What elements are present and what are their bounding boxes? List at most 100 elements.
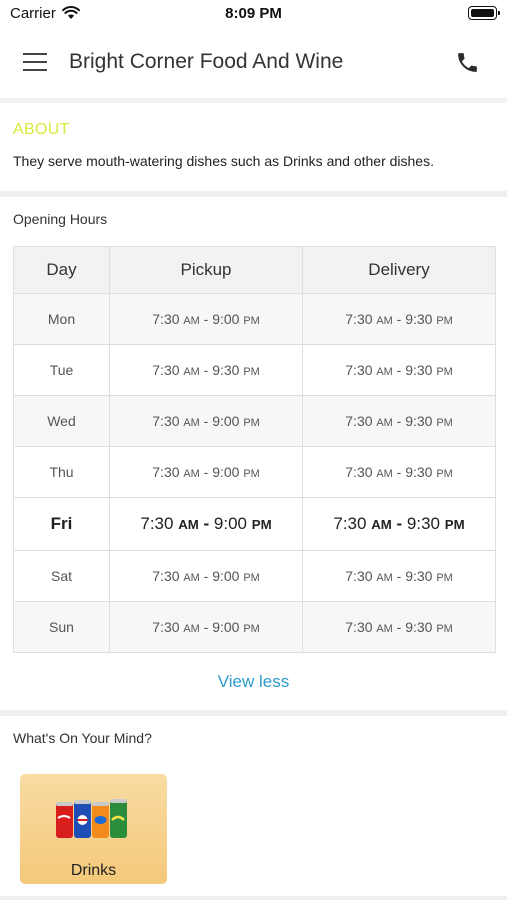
delivery-hours-cell: 7:30 AM - 9:30 PM [302, 446, 496, 498]
am-pm-label: PM [436, 366, 453, 378]
table-row: Tue 7:30 AM - 9:30 PM 7:30 AM - 9:30 PM [13, 344, 496, 396]
pickup-hours-cell: 7:30 AM - 9:30 PM [109, 344, 303, 396]
open-time: 7:30 [333, 514, 367, 533]
am-pm-label: PM [243, 315, 260, 327]
am-pm-label: PM [243, 366, 260, 378]
section-divider [0, 191, 507, 197]
table-row: Thu 7:30 AM - 9:00 PM 7:30 AM - 9:30 PM [13, 446, 496, 498]
close-time: 9:30 [405, 311, 433, 327]
section-divider [0, 710, 507, 716]
pickup-hours-cell: 7:30 AM - 9:00 PM [109, 293, 303, 345]
day-cell: Mon [13, 293, 110, 345]
am-pm-label: AM [376, 468, 393, 480]
category-card-drinks[interactable]: Drinks [20, 774, 167, 884]
am-pm-label: PM [243, 468, 260, 480]
hamburger-menu-icon[interactable] [23, 53, 47, 73]
soda-cans-image [55, 796, 133, 847]
close-time: 9:30 [405, 413, 433, 429]
day-cell: Sun [13, 601, 110, 653]
open-time: 7:30 [345, 362, 373, 378]
am-pm-label: PM [444, 517, 465, 532]
am-pm-label: AM [178, 517, 199, 532]
open-time: 7:30 [345, 619, 373, 635]
column-header-delivery: Delivery [302, 246, 496, 294]
day-cell: Fri [13, 497, 110, 551]
am-pm-label: PM [436, 468, 453, 480]
am-pm-label: PM [436, 572, 453, 584]
open-time: 7:30 [140, 514, 174, 533]
close-time: 9:00 [212, 464, 240, 480]
section-divider [0, 896, 507, 900]
status-time: 8:09 PM [225, 5, 282, 22]
phone-icon[interactable] [455, 50, 480, 75]
close-time: 9:30 [212, 362, 240, 378]
view-less-link[interactable]: View less [0, 672, 507, 692]
close-time: 9:00 [212, 413, 240, 429]
table-row: Mon 7:30 AM - 9:00 PM 7:30 AM - 9:30 PM [13, 293, 496, 345]
am-pm-label: AM [183, 366, 200, 378]
am-pm-label: PM [251, 517, 272, 532]
open-time: 7:30 [152, 362, 180, 378]
pickup-hours-cell: 7:30 AM - 9:00 PM [109, 550, 303, 602]
about-heading: ABOUT [13, 121, 70, 138]
delivery-hours-cell: 7:30 AM - 9:30 PM [302, 395, 496, 447]
status-bar: Carrier 8:09 PM [0, 0, 507, 28]
day-cell: Tue [13, 344, 110, 396]
close-time: 9:30 [405, 464, 433, 480]
whats-on-your-mind-heading: What's On Your Mind? [13, 730, 152, 746]
am-pm-label: AM [376, 623, 393, 635]
open-time: 7:30 [152, 413, 180, 429]
am-pm-label: PM [436, 417, 453, 429]
open-time: 7:30 [152, 568, 180, 584]
table-row: Fri 7:30 AM - 9:00 PM 7:30 AM - 9:30 PM [13, 497, 496, 551]
day-cell: Wed [13, 395, 110, 447]
section-divider [0, 98, 507, 103]
pickup-hours-cell: 7:30 AM - 9:00 PM [109, 601, 303, 653]
am-pm-label: PM [243, 572, 260, 584]
close-time: 9:00 [212, 619, 240, 635]
column-header-pickup: Pickup [109, 246, 303, 294]
am-pm-label: AM [183, 315, 200, 327]
close-time: 9:30 [405, 568, 433, 584]
table-row: Sat 7:30 AM - 9:00 PM 7:30 AM - 9:30 PM [13, 550, 496, 602]
open-time: 7:30 [345, 311, 373, 327]
close-time: 9:00 [212, 568, 240, 584]
about-description: They serve mouth-watering dishes such as… [13, 153, 434, 169]
am-pm-label: AM [183, 623, 200, 635]
open-time: 7:30 [152, 311, 180, 327]
column-header-day: Day [13, 246, 110, 294]
open-time: 7:30 [345, 568, 373, 584]
nav-bar: Bright Corner Food And Wine [0, 28, 507, 98]
page-title: Bright Corner Food And Wine [69, 50, 344, 73]
table-header-row: Day Pickup Delivery [13, 246, 496, 294]
close-time: 9:30 [405, 362, 433, 378]
battery-icon [468, 6, 500, 20]
open-time: 7:30 [152, 464, 180, 480]
opening-hours-heading: Opening Hours [13, 211, 108, 227]
am-pm-label: AM [376, 572, 393, 584]
delivery-hours-cell: 7:30 AM - 9:30 PM [302, 293, 496, 345]
close-time: 9:30 [405, 619, 433, 635]
am-pm-label: AM [376, 366, 393, 378]
open-time: 7:30 [345, 413, 373, 429]
pickup-hours-cell: 7:30 AM - 9:00 PM [109, 446, 303, 498]
close-time: 9:00 [213, 514, 248, 533]
table-row: Sun 7:30 AM - 9:00 PM 7:30 AM - 9:30 PM [13, 601, 496, 653]
delivery-hours-cell: 7:30 AM - 9:30 PM [302, 601, 496, 653]
am-pm-label: AM [183, 572, 200, 584]
am-pm-label: PM [243, 417, 260, 429]
am-pm-label: AM [183, 468, 200, 480]
pickup-hours-cell: 7:30 AM - 9:00 PM [109, 395, 303, 447]
am-pm-label: AM [376, 417, 393, 429]
am-pm-label: PM [436, 623, 453, 635]
am-pm-label: PM [243, 623, 260, 635]
delivery-hours-cell: 7:30 AM - 9:30 PM [302, 497, 496, 551]
am-pm-label: AM [371, 517, 392, 532]
delivery-hours-cell: 7:30 AM - 9:30 PM [302, 550, 496, 602]
day-cell: Sat [13, 550, 110, 602]
close-time: 9:30 [406, 514, 441, 533]
am-pm-label: AM [183, 417, 200, 429]
close-time: 9:00 [212, 311, 240, 327]
table-row: Wed 7:30 AM - 9:00 PM 7:30 AM - 9:30 PM [13, 395, 496, 447]
am-pm-label: PM [436, 315, 453, 327]
